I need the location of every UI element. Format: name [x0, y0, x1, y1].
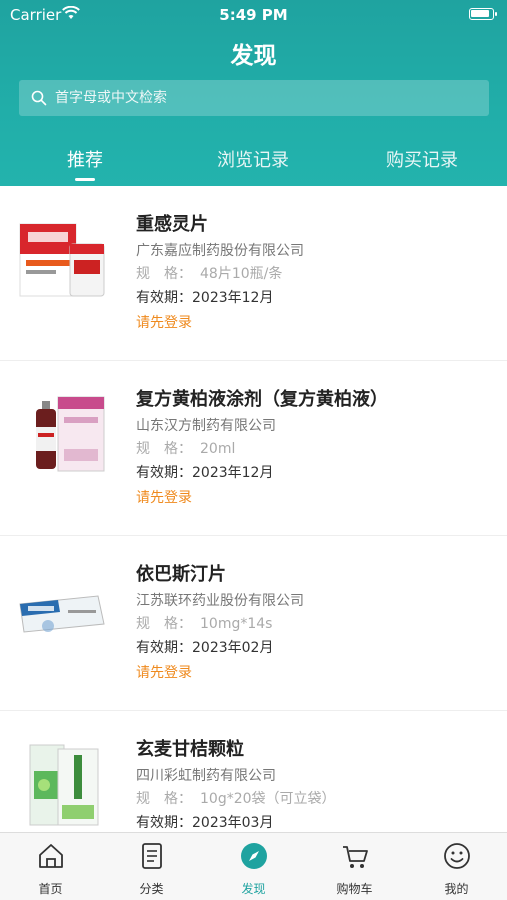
- product-name: 玄麦甘桔颗粒: [136, 739, 244, 760]
- product-expiry: 有效期：2023年12月: [136, 462, 273, 482]
- product-item[interactable]: 玄麦甘桔颗粒 四川彩虹制药有限公司 规 格： 10g*20袋（可立袋） 有效期：2…: [0, 711, 507, 832]
- search-icon: [31, 90, 47, 106]
- tab-label: 购买记录: [386, 150, 458, 171]
- tab-browse-history[interactable]: 浏览记录: [198, 146, 308, 186]
- status-time: 5:49 PM: [219, 6, 288, 24]
- tabbar-item-category[interactable]: 分类: [101, 833, 202, 900]
- bottom-tab-bar: 首页 分类 发现 购物车 我的: [0, 832, 507, 900]
- battery-icon: [469, 8, 497, 20]
- product-expiry: 有效期：2023年03月: [136, 812, 273, 832]
- expiry-value: 2023年03月: [192, 815, 274, 831]
- spec-label: 规 格：: [136, 266, 192, 282]
- spec-value: 10g*20袋（可立袋）: [200, 791, 336, 807]
- spec-label: 规 格：: [136, 441, 192, 457]
- tabbar-item-cart[interactable]: 购物车: [304, 833, 405, 900]
- home-icon: [39, 844, 63, 868]
- product-spec: 规 格： 20ml: [136, 438, 235, 458]
- product-spec: 规 格： 10g*20袋（可立袋）: [136, 788, 336, 808]
- product-expiry: 有效期：2023年02月: [136, 637, 273, 657]
- cart-icon: [343, 846, 368, 868]
- expiry-value: 2023年02月: [192, 640, 274, 656]
- login-link[interactable]: 请先登录: [136, 487, 192, 507]
- tabbar-label: 购物车: [336, 882, 373, 896]
- product-item[interactable]: 复方黄柏液涂剂（复方黄柏液） 山东汉方制药有限公司 规 格： 20ml 有效期：2…: [0, 361, 507, 536]
- expiry-label: 有效期：: [136, 640, 192, 656]
- product-spec: 规 格： 10mg*14s: [136, 613, 272, 633]
- spec-value: 20ml: [200, 441, 236, 457]
- expiry-value: 2023年12月: [192, 465, 274, 481]
- tabbar-label: 我的: [444, 882, 469, 896]
- product-company: 广东嘉应制药股份有限公司: [136, 243, 304, 259]
- expiry-label: 有效期：: [136, 290, 192, 306]
- product-image: [19, 223, 105, 297]
- tabbar-item-profile[interactable]: 我的: [406, 833, 507, 900]
- product-name: 复方黄柏液涂剂（复方黄柏液）: [136, 389, 388, 410]
- spec-value: 10mg*14s: [200, 616, 273, 632]
- spec-label: 规 格：: [136, 616, 192, 632]
- spec-value: 48片10瓶/条: [200, 266, 283, 282]
- product-company: 江苏联环药业股份有限公司: [136, 593, 304, 609]
- product-item[interactable]: 依巴斯汀片 江苏联环药业股份有限公司 规 格： 10mg*14s 有效期：2023…: [0, 536, 507, 711]
- product-item[interactable]: 重感灵片 广东嘉应制药股份有限公司 规 格： 48片10瓶/条 有效期：2023年…: [0, 186, 507, 361]
- login-link[interactable]: 请先登录: [136, 662, 192, 682]
- page-title: 发现: [230, 43, 277, 69]
- compass-icon: [241, 843, 267, 869]
- product-name: 依巴斯汀片: [136, 564, 226, 585]
- expiry-label: 有效期：: [136, 815, 192, 831]
- product-image: [29, 744, 99, 826]
- expiry-label: 有效期：: [136, 465, 192, 481]
- search-box[interactable]: [19, 80, 489, 116]
- tabbar-item-discover[interactable]: 发现: [203, 833, 304, 900]
- tab-label: 推荐: [67, 150, 103, 171]
- search-input[interactable]: [55, 80, 475, 116]
- tabbar-item-home[interactable]: 首页: [0, 833, 101, 900]
- tabbar-label: 分类: [139, 882, 164, 896]
- product-image: [19, 595, 105, 633]
- tabbar-label: 首页: [38, 882, 63, 896]
- tab-bar: 推荐 浏览记录 购买记录: [0, 146, 507, 186]
- product-spec: 规 格： 48片10瓶/条: [136, 263, 282, 283]
- product-name: 重感灵片: [136, 214, 208, 235]
- spec-label: 规 格：: [136, 791, 192, 807]
- product-list: 重感灵片 广东嘉应制药股份有限公司 规 格： 48片10瓶/条 有效期：2023年…: [0, 186, 507, 832]
- tab-recommended[interactable]: 推荐: [30, 146, 140, 186]
- tab-label: 浏览记录: [217, 150, 289, 171]
- tab-purchase-history[interactable]: 购买记录: [367, 146, 477, 186]
- status-bar: Carrier 5:49 PM: [0, 0, 507, 30]
- expiry-value: 2023年12月: [192, 290, 274, 306]
- category-icon: [142, 843, 162, 869]
- profile-icon: [444, 843, 470, 869]
- login-link[interactable]: 请先登录: [136, 312, 192, 332]
- product-image: [36, 396, 105, 472]
- product-expiry: 有效期：2023年12月: [136, 287, 273, 307]
- product-company: 四川彩虹制药有限公司: [136, 768, 276, 784]
- header: Carrier 5:49 PM 发现 推荐 浏览记录 购买记录: [0, 0, 507, 186]
- tab-active-indicator: [75, 178, 95, 181]
- product-company: 山东汉方制药有限公司: [136, 418, 276, 434]
- tabbar-label: 发现: [241, 882, 266, 896]
